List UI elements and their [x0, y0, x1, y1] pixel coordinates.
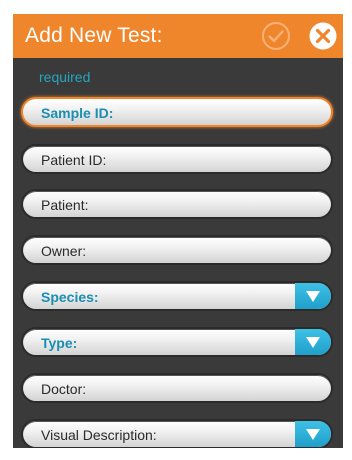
field-label: Sample ID:	[41, 105, 114, 121]
field-label: Type:	[41, 335, 78, 351]
species-dropdown[interactable]: Species:	[21, 281, 333, 311]
header-bar: Add New Test:	[13, 14, 343, 58]
owner-field[interactable]: Owner:	[21, 235, 333, 265]
triangle-down-icon	[306, 290, 320, 302]
patient-id-field[interactable]: Patient ID:	[21, 144, 333, 174]
doctor-field[interactable]: Doctor:	[21, 373, 333, 403]
close-circle-icon	[309, 22, 337, 50]
triangle-down-icon	[306, 428, 320, 440]
triangle-down-icon	[306, 336, 320, 348]
confirm-button[interactable]	[261, 21, 291, 51]
required-legend: required	[39, 69, 91, 85]
field-label: Visual Description:	[41, 427, 157, 443]
visual-description-dropdown[interactable]: Visual Description:	[21, 419, 333, 448]
field-label: Owner:	[41, 243, 87, 259]
patient-field[interactable]: Patient:	[21, 189, 333, 219]
field-label: Species:	[41, 289, 99, 305]
add-test-panel: Add New Test: required Sample ID: Patien…	[13, 14, 343, 448]
field-label: Doctor:	[41, 381, 87, 397]
type-dropdown[interactable]: Type:	[21, 327, 333, 357]
type-dropdown-button[interactable]	[295, 329, 331, 355]
sample-id-field[interactable]: Sample ID:	[21, 97, 333, 127]
close-button[interactable]	[308, 21, 338, 51]
visual-description-dropdown-button[interactable]	[295, 421, 331, 447]
check-circle-icon	[262, 22, 290, 50]
field-label: Patient ID:	[41, 152, 107, 168]
species-dropdown-button[interactable]	[295, 283, 331, 309]
field-label: Patient:	[41, 197, 89, 213]
panel-title: Add New Test:	[25, 24, 163, 47]
